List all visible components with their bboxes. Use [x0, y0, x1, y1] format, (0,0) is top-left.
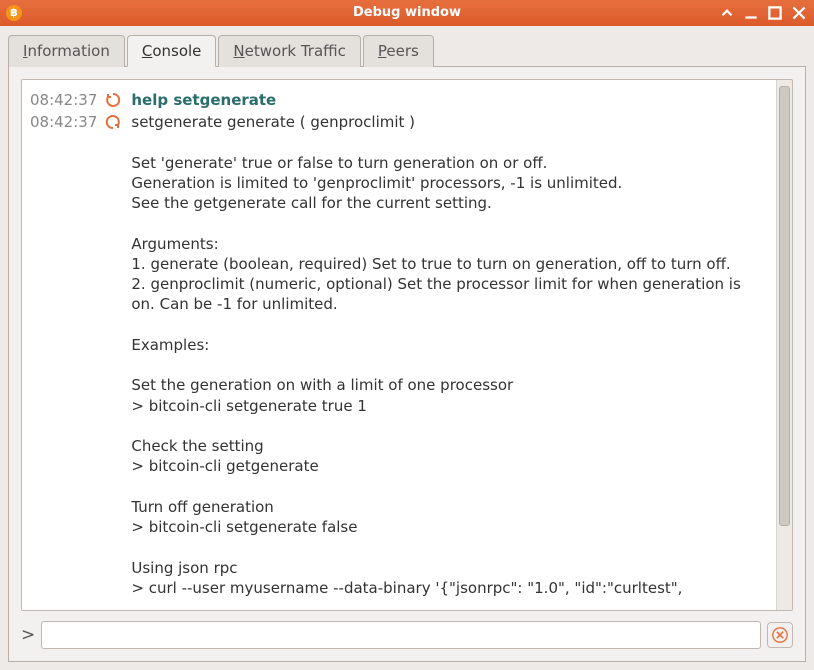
tab-label-post: etwork Traffic — [245, 42, 346, 60]
app-icon: ฿ — [6, 5, 22, 21]
content-area: InformationConsoleNetwork TrafficPeers 0… — [0, 26, 814, 670]
titlebar: ฿ Debug window — [0, 0, 814, 26]
close-button[interactable] — [790, 4, 808, 22]
tab-label-post: nformation — [27, 42, 109, 60]
tab-information[interactable]: Information — [8, 35, 125, 67]
scrollbar[interactable] — [776, 80, 792, 610]
console-output-container: 08:42:37 help setgenerate 08:42:37 setgener… — [21, 79, 793, 611]
restore-up-icon[interactable] — [718, 4, 736, 22]
console-command-entry: 08:42:37 help setgenerate — [30, 90, 768, 110]
window-controls — [718, 4, 808, 22]
output-text: setgenerate generate ( genproclimit ) Se… — [131, 112, 768, 598]
console-panel: 08:42:37 help setgenerate 08:42:37 setgener… — [8, 67, 806, 662]
tab-bar: InformationConsoleNetwork TrafficPeers — [8, 34, 806, 67]
clear-button[interactable] — [767, 622, 793, 648]
timestamp: 08:42:37 — [30, 112, 97, 598]
minimize-button[interactable] — [742, 4, 760, 22]
tab-label-mnemonic: N — [233, 42, 244, 60]
window-title: Debug window — [0, 5, 814, 20]
prompt-label: > — [21, 625, 35, 645]
console-input[interactable] — [41, 621, 761, 649]
timestamp: 08:42:37 — [30, 90, 97, 110]
command-text: help setgenerate — [131, 90, 768, 110]
tab-label-post: eers — [386, 42, 418, 60]
scroll-thumb[interactable] — [779, 86, 790, 526]
maximize-button[interactable] — [766, 4, 784, 22]
command-sent-icon — [105, 90, 123, 110]
tab-network-traffic[interactable]: Network Traffic — [218, 35, 360, 67]
console-input-row: > — [21, 621, 793, 649]
console-output-entry: 08:42:37 setgenerate generate ( genprocli… — [30, 112, 768, 598]
tab-label-mnemonic: C — [142, 42, 152, 60]
console-output[interactable]: 08:42:37 help setgenerate 08:42:37 setgener… — [22, 80, 776, 610]
reply-received-icon — [105, 112, 123, 598]
app-icon-glyph: ฿ — [10, 6, 18, 19]
tab-peers[interactable]: Peers — [363, 35, 434, 67]
tab-console[interactable]: Console — [127, 35, 217, 67]
tab-label-post: onsole — [152, 42, 201, 60]
